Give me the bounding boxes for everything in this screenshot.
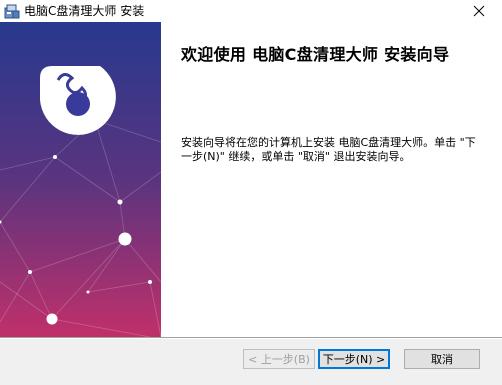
- button-bar: < 上一步(B) 下一步(N) > 取消: [0, 337, 502, 385]
- close-button[interactable]: [456, 0, 502, 22]
- next-button[interactable]: 下一步(N) >: [318, 349, 390, 369]
- wizard-content: 欢迎使用 电脑C盘清理大师 安装向导 安装向导将在您的计算机上安装 电脑C盘清理…: [161, 22, 502, 337]
- wizard-banner: [0, 22, 161, 337]
- divider-highlight: [0, 338, 502, 339]
- close-icon: [473, 5, 485, 17]
- cancel-button[interactable]: 取消: [404, 349, 480, 369]
- window-title: 电脑C盘清理大师 安装: [24, 4, 145, 18]
- welcome-description: 安装向导将在您的计算机上安装 电脑C盘清理大师。单击 "下一步(N)" 继续，或…: [181, 136, 476, 163]
- page-title: 欢迎使用 电脑C盘清理大师 安装向导: [181, 45, 450, 64]
- installer-package-icon: [4, 3, 20, 19]
- title-bar: 电脑C盘清理大师 安装: [0, 0, 502, 22]
- back-button[interactable]: < 上一步(B): [243, 349, 315, 369]
